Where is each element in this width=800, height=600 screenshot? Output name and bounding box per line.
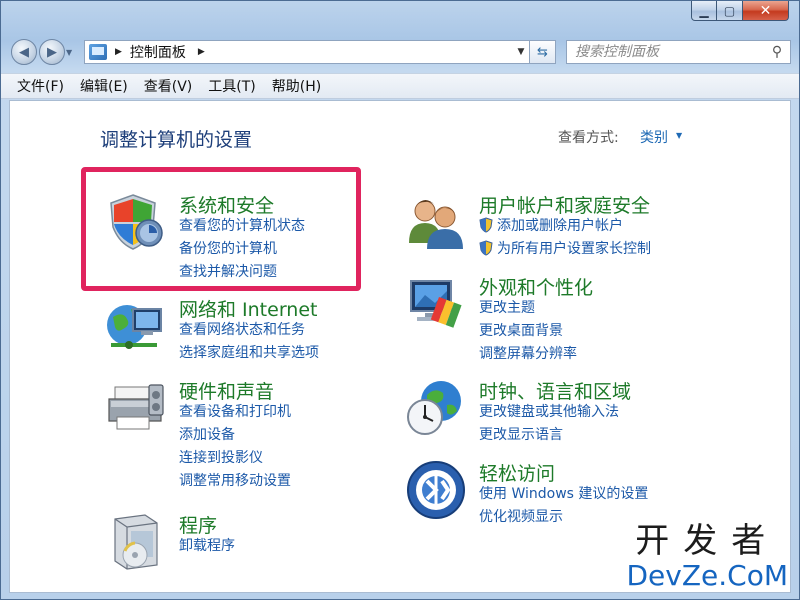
view-by-label: 查看方式: bbox=[558, 130, 619, 146]
search-icon[interactable]: ⚲ bbox=[764, 44, 790, 60]
menu-file[interactable]: 文件(F) bbox=[9, 74, 72, 98]
link-keyboard-input[interactable]: 更改键盘或其他输入法 bbox=[479, 401, 619, 424]
category-title[interactable]: 外观和个性化 bbox=[479, 273, 593, 300]
link-mobility-settings[interactable]: 调整常用移动设置 bbox=[179, 470, 291, 493]
refresh-icon: ⇆ bbox=[537, 44, 548, 60]
menu-view[interactable]: 查看(V) bbox=[136, 74, 201, 98]
content-pane: 调整计算机的设置 查看方式: 类别 ▼ 系统和安全 查看您的计算机状态 备份您的… bbox=[9, 100, 791, 593]
link-display-language[interactable]: 更改显示语言 bbox=[479, 424, 619, 447]
category-title[interactable]: 轻松访问 bbox=[479, 459, 555, 486]
view-by-dropdown[interactable]: 类别 bbox=[640, 127, 668, 147]
menu-edit[interactable]: 编辑(E) bbox=[72, 74, 136, 98]
link-change-theme[interactable]: 更改主题 bbox=[479, 297, 577, 320]
breadcrumb-control-panel[interactable]: 控制面板 bbox=[130, 42, 186, 62]
link-parental-controls[interactable]: 为所有用户设置家长控制 bbox=[479, 238, 651, 261]
close-button[interactable]: ✕ bbox=[743, 1, 789, 21]
page-title: 调整计算机的设置 bbox=[100, 129, 253, 151]
printer-icon[interactable] bbox=[105, 377, 167, 439]
clock-globe-icon[interactable] bbox=[405, 377, 467, 439]
link-screen-resolution[interactable]: 调整屏幕分辨率 bbox=[479, 343, 577, 366]
highlight-box bbox=[81, 167, 361, 291]
watermark: 开发者 DevZe.CoM bbox=[626, 522, 788, 592]
link-connect-projector[interactable]: 连接到投影仪 bbox=[179, 447, 291, 470]
address-dropdown-icon[interactable]: ▼ bbox=[513, 47, 529, 57]
navigation-bar: ◀ ▶ ▼ ▶ 控制面板 ▶ ▼ ⇆ ⚲ bbox=[9, 35, 791, 69]
window-caption-buttons: ▁ ▢ ✕ bbox=[691, 1, 789, 23]
control-panel-icon bbox=[89, 44, 107, 60]
recent-pages-dropdown[interactable]: ▼ bbox=[66, 48, 78, 57]
uac-shield-icon bbox=[479, 217, 493, 233]
category-title[interactable]: 硬件和声音 bbox=[179, 377, 274, 404]
users-icon[interactable] bbox=[405, 191, 467, 253]
network-globe-icon[interactable] bbox=[105, 295, 167, 357]
forward-button[interactable]: ▶ bbox=[39, 39, 65, 65]
search-box[interactable]: ⚲ bbox=[566, 40, 791, 64]
link-add-remove-users[interactable]: 添加或删除用户帐户 bbox=[479, 215, 651, 238]
category-title[interactable]: 用户帐户和家庭安全 bbox=[479, 191, 650, 218]
link-add-device[interactable]: 添加设备 bbox=[179, 424, 291, 447]
link-devices-printers[interactable]: 查看设备和打印机 bbox=[179, 401, 291, 424]
address-bar[interactable]: ▶ 控制面板 ▶ ▼ bbox=[84, 40, 530, 64]
search-input[interactable] bbox=[567, 44, 764, 60]
minimize-button[interactable]: ▁ bbox=[691, 1, 717, 21]
link-windows-suggested-settings[interactable]: 使用 Windows 建议的设置 bbox=[479, 483, 648, 506]
breadcrumb-separator-icon[interactable]: ▶ bbox=[198, 47, 205, 57]
appearance-monitor-icon[interactable] bbox=[405, 273, 467, 335]
maximize-button[interactable]: ▢ bbox=[717, 1, 743, 21]
chevron-down-icon[interactable]: ▼ bbox=[676, 131, 682, 140]
link-uninstall-program[interactable]: 卸载程序 bbox=[179, 535, 235, 558]
watermark-top: 开发者 bbox=[635, 521, 780, 561]
menu-bar: 文件(F) 编辑(E) 查看(V) 工具(T) 帮助(H) bbox=[1, 73, 799, 99]
watermark-bottom: DevZe.CoM bbox=[626, 559, 788, 592]
link-optimize-display[interactable]: 优化视频显示 bbox=[479, 506, 648, 529]
breadcrumb-separator-icon[interactable]: ▶ bbox=[115, 47, 122, 57]
link-desktop-background[interactable]: 更改桌面背景 bbox=[479, 320, 577, 343]
category-title[interactable]: 网络和 Internet bbox=[179, 295, 317, 322]
category-title[interactable]: 时钟、语言和区域 bbox=[479, 377, 631, 404]
ease-of-access-icon[interactable] bbox=[405, 459, 467, 521]
category-title[interactable]: 程序 bbox=[179, 511, 217, 538]
link-homegroup-sharing[interactable]: 选择家庭组和共享选项 bbox=[179, 342, 319, 365]
menu-help[interactable]: 帮助(H) bbox=[264, 74, 329, 98]
link-network-status[interactable]: 查看网络状态和任务 bbox=[179, 319, 319, 342]
control-panel-window: ▁ ▢ ✕ ◀ ▶ ▼ ▶ 控制面板 ▶ ▼ ⇆ ⚲ 文件(F) 编辑(E) 查… bbox=[0, 0, 800, 600]
back-button[interactable]: ◀ bbox=[11, 39, 37, 65]
programs-box-icon[interactable] bbox=[105, 511, 167, 573]
refresh-button[interactable]: ⇆ bbox=[530, 40, 556, 64]
menu-tools[interactable]: 工具(T) bbox=[200, 74, 263, 98]
uac-shield-icon bbox=[479, 240, 493, 256]
